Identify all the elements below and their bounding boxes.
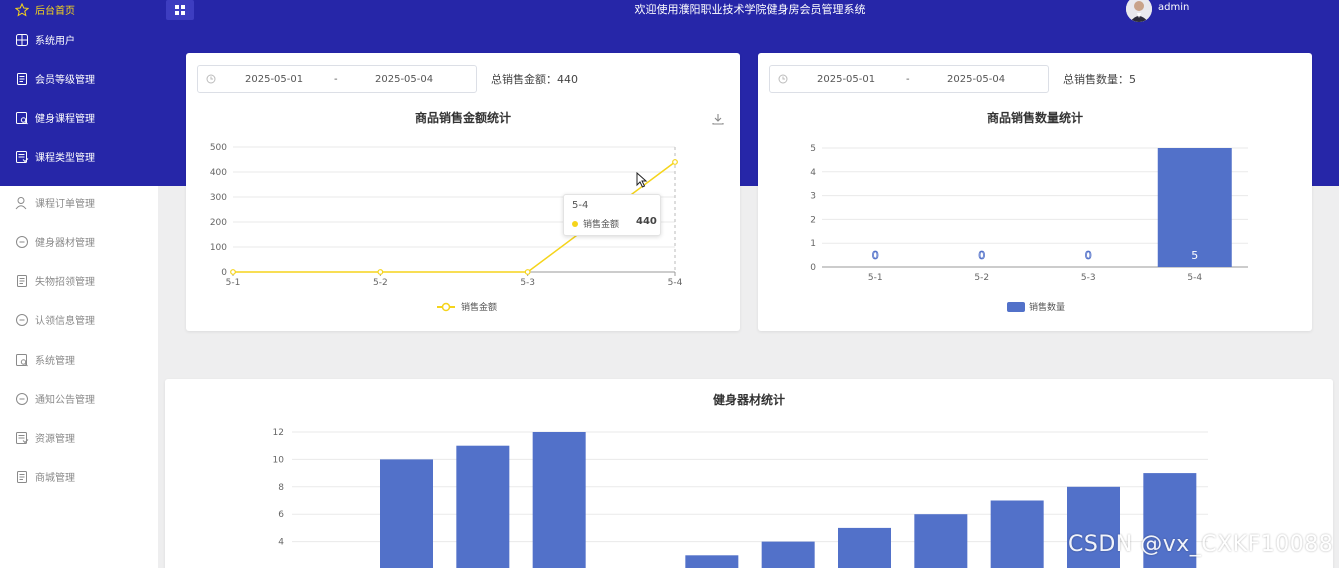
bar: [761, 541, 815, 568]
x-tick-label: 5-2: [373, 278, 388, 288]
chat-icon: [15, 313, 29, 327]
y-tick-label: 200: [210, 218, 227, 228]
sidebar-item-7[interactable]: 失物招领管理: [0, 261, 158, 300]
sales-quantity-bar-chart: 0 1 2 3 4 5 5-1 0 5-2 0 5-3 0 5-4 5 销售数量: [810, 144, 1248, 313]
sidebar-item-label: 通知公告管理: [35, 395, 95, 406]
mouse-cursor-icon: [636, 172, 648, 188]
grid-icon: [15, 33, 29, 47]
sidebar-item-2[interactable]: 会员等级管理: [0, 59, 158, 98]
bar-data-label: 0: [872, 249, 879, 262]
document-icon: [15, 470, 29, 484]
sidebar-item-5[interactable]: 课程订单管理: [0, 183, 158, 222]
y-tick-label: 5: [810, 144, 816, 154]
y-tick-label: 4: [278, 538, 284, 548]
y-tick-label: 0: [810, 263, 816, 273]
x-tick-label: 5-3: [520, 278, 535, 288]
y-tick-label: 500: [210, 143, 227, 153]
sidebar: 后台首页系统用户会员等级管理 健身课程管理 课程类型管理 课程订单管理 健身器材管理 失物…: [0, 0, 158, 568]
y-tick-label: 300: [210, 193, 227, 203]
sales-quantity-card: 2025-05-01 - 2025-05-04 总销售数量：5 商品销售数量统计…: [758, 53, 1312, 331]
sidebar-item-label: 系统管理: [35, 356, 75, 367]
x-tick-label: 5-3: [1081, 273, 1096, 283]
bar: [838, 527, 891, 568]
bar: [380, 459, 433, 568]
legend-label: 销售数量: [1029, 301, 1065, 313]
sidebar-item-label: 课程订单管理: [35, 199, 95, 210]
sidebar-item-4[interactable]: 课程类型管理: [0, 137, 158, 176]
sidebar-item-label: 认领信息管理: [35, 316, 95, 327]
username[interactable]: admin: [1158, 2, 1189, 13]
y-tick-label: 12: [273, 428, 284, 438]
grid-menu-icon: [175, 5, 185, 15]
sidebar-item-label: 健身器材管理: [35, 238, 95, 249]
menu-toggle-button[interactable]: [166, 0, 194, 20]
bar: [532, 432, 586, 568]
y-tick-label: 4: [810, 168, 816, 178]
sidebar-item-6[interactable]: 健身器材管理: [0, 222, 158, 261]
sidebar-item-label: 商城管理: [35, 473, 75, 484]
bar: [914, 514, 968, 568]
x-tick-label: 5-2: [974, 273, 989, 283]
bar-data-label: 0: [1085, 249, 1092, 262]
tooltip-title: 5-4: [572, 200, 589, 211]
data-point: [672, 159, 678, 165]
document-icon: [15, 72, 29, 86]
bar: [456, 445, 510, 568]
watermark: CSDN @vx_CXKF10088: [1068, 532, 1334, 557]
bar: [990, 500, 1044, 568]
sidebar-item-label: 失物招领管理: [35, 277, 95, 288]
y-tick-label: 6: [278, 510, 284, 520]
star-icon: [14, 2, 30, 17]
sidebar-item-9[interactable]: 系统管理: [0, 340, 158, 379]
y-tick-label: 0: [221, 268, 227, 278]
y-tick-label: 2: [810, 215, 816, 225]
x-tick-label: 5-4: [668, 278, 683, 288]
app-title: 欢迎使用濮阳职业技术学院健身房会员管理系统: [634, 3, 866, 16]
y-tick-label: 100: [210, 243, 227, 253]
sidebar-item-label: 课程类型管理: [35, 153, 95, 164]
data-point: [230, 269, 236, 275]
tooltip-value: 440: [636, 216, 657, 227]
sidebar-item-label: 资源管理: [35, 434, 75, 445]
y-tick-label: 8: [278, 483, 284, 493]
y-tick-label: 1: [810, 239, 816, 249]
file-list-icon: [15, 150, 29, 164]
sidebar-item-10[interactable]: 通知公告管理: [0, 379, 158, 418]
legend-label: 销售金额: [461, 301, 497, 313]
x-tick-label: 5-1: [868, 273, 883, 283]
file-list-icon: [15, 431, 29, 445]
y-tick-label: 3: [810, 192, 816, 202]
bar-data-label: 0: [978, 249, 985, 262]
sales-amount-line-chart: 0 100 200 300 400 500 5-1 5-2 5-3 5-4 销售金额: [210, 143, 683, 313]
sidebar-item-label: 会员等级管理: [35, 75, 95, 86]
file-search-icon: [15, 111, 29, 125]
legend-marker: [441, 302, 451, 312]
sidebar-item-label: 健身课程管理: [35, 114, 95, 125]
chat-icon: [15, 235, 29, 249]
tooltip-marker: [572, 221, 578, 227]
data-point: [377, 269, 384, 275]
sidebar-item-label: 系统用户: [35, 36, 75, 47]
tooltip-series-name: 销售金额: [583, 220, 620, 230]
user-icon: [15, 196, 29, 210]
y-tick-label: 400: [210, 168, 227, 178]
sidebar-item-8[interactable]: 认领信息管理: [0, 300, 158, 339]
x-tick-label: 5-1: [226, 278, 241, 288]
legend-swatch: [1007, 302, 1025, 312]
chart-tooltip: 5-4 销售金额 440: [563, 194, 661, 236]
document-icon: [15, 274, 29, 288]
y-tick-label: 10: [273, 455, 285, 465]
data-point: [524, 269, 531, 275]
bar-data-label: 5: [1191, 249, 1198, 262]
file-search-icon: [15, 353, 29, 367]
sidebar-item-12[interactable]: 商城管理: [0, 457, 158, 496]
chat-icon: [15, 392, 29, 406]
sidebar-item-3[interactable]: 健身课程管理: [0, 98, 158, 137]
bar: [685, 555, 739, 568]
sidebar-item-label: 后台首页: [35, 6, 75, 17]
sidebar-item-1[interactable]: 系统用户: [0, 20, 158, 59]
sales-amount-card: 2025-05-01 - 2025-05-04 总销售金额：440 商品销售金额…: [186, 53, 740, 331]
x-tick-label: 5-4: [1187, 273, 1202, 283]
sidebar-item-11[interactable]: 资源管理: [0, 418, 158, 457]
